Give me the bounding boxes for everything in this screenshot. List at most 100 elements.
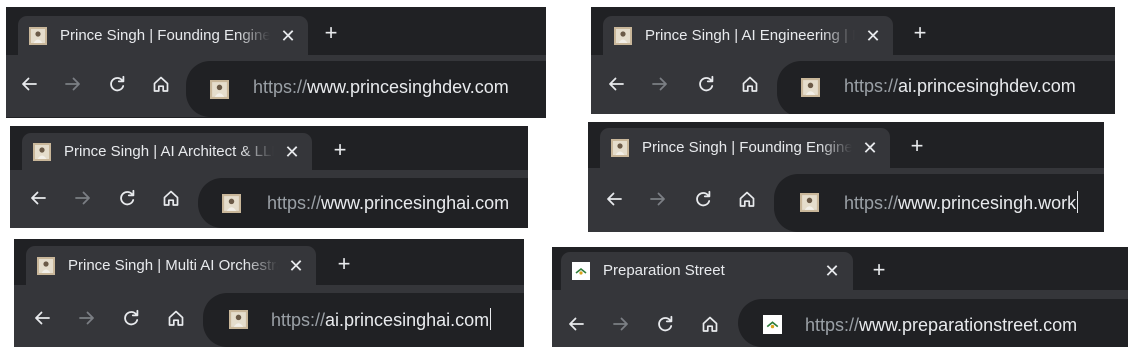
reload-icon [124, 309, 139, 326]
arrow-right-icon [79, 311, 94, 325]
tab-title: Prince Singh | Founding Engineer [642, 139, 852, 156]
person-photo-icon [33, 143, 51, 161]
new-tab-button[interactable]: + [321, 22, 341, 44]
address-bar[interactable]: https://www.princesinghdev.com [186, 61, 546, 117]
person-photo-icon [611, 139, 629, 157]
tab-title: Prince Singh | AI Engineering | M [645, 27, 855, 44]
browser-window-2: Prince Singh | AI Engineering | M ✕ + ht… [591, 7, 1115, 114]
tab-active[interactable]: Preparation Street ✕ [561, 252, 853, 290]
reload-button[interactable] [692, 188, 714, 210]
tab-title: Prince Singh | AI Architect & LLM [64, 143, 274, 160]
forward-button[interactable] [610, 313, 632, 335]
forward-button[interactable] [647, 188, 669, 210]
text-cursor [490, 308, 492, 330]
reload-icon [696, 190, 711, 207]
home-button[interactable] [699, 313, 721, 335]
toolbar: https://www.preparationstreet.com [552, 290, 1128, 347]
reload-button[interactable] [654, 313, 676, 335]
tab-active[interactable]: Prince Singh | AI Architect & LLM ✕ [22, 133, 312, 170]
new-tab-button[interactable]: + [330, 139, 350, 161]
close-icon[interactable]: ✕ [279, 27, 297, 45]
url-scheme: https:// [844, 193, 899, 213]
arrow-left-icon [35, 311, 50, 325]
text-cursor [1077, 191, 1079, 213]
reload-button[interactable] [116, 187, 138, 209]
address-bar[interactable]: https://ai.princesinghdev.com [777, 61, 1115, 114]
address-bar[interactable]: https://www.princesinghai.com [198, 178, 528, 228]
person-photo-icon [800, 193, 819, 212]
home-icon [739, 191, 755, 207]
url-text: https://www.princesinghai.com [267, 178, 509, 228]
close-icon[interactable]: ✕ [861, 139, 879, 157]
arrow-right-icon [613, 317, 628, 331]
url-text[interactable]: https://www.princesingh.work [844, 174, 1079, 232]
home-button[interactable] [150, 73, 172, 95]
home-icon [702, 316, 718, 332]
arrow-left-icon [31, 191, 46, 205]
address-bar[interactable]: https://www.princesingh.work [774, 174, 1104, 232]
tab-strip: Prince Singh | Founding Engineer ✕ + [588, 122, 1104, 168]
reload-icon [658, 315, 673, 332]
arrow-left-icon [607, 192, 622, 206]
home-icon [742, 76, 758, 92]
forward-button[interactable] [72, 187, 94, 209]
preparation-street-logo-icon [763, 315, 782, 334]
reload-button[interactable] [695, 73, 717, 95]
close-icon[interactable]: ✕ [864, 27, 882, 45]
tab-active[interactable]: Prince Singh | Multi AI Orchestra ✕ [26, 246, 316, 285]
url-scheme: https:// [253, 77, 308, 97]
toolbar: https://ai.princesinghai.com [14, 285, 524, 347]
toolbar: https://ai.princesinghdev.com [591, 55, 1115, 114]
home-icon [168, 310, 184, 326]
tab-strip: Prince Singh | Founding Engineer ✕ + [6, 7, 546, 55]
home-button[interactable] [160, 187, 182, 209]
home-icon [163, 190, 179, 206]
toolbar: https://www.princesinghai.com [10, 170, 528, 228]
new-tab-button[interactable]: + [334, 253, 354, 275]
url-host: www.preparationstreet.com [859, 315, 1078, 335]
back-button[interactable] [603, 188, 625, 210]
tab-active[interactable]: Prince Singh | Founding Engineer ✕ [18, 16, 308, 55]
person-photo-icon [210, 80, 229, 99]
arrow-left-icon [22, 77, 37, 91]
person-photo-icon [37, 257, 55, 275]
new-tab-button[interactable]: + [869, 259, 889, 281]
forward-button[interactable] [76, 307, 98, 329]
url-scheme: https:// [805, 315, 860, 335]
url-host: ai.princesinghdev.com [898, 76, 1076, 96]
url-text[interactable]: https://ai.princesinghai.com [271, 293, 492, 347]
arrow-right-icon [65, 77, 80, 91]
close-icon[interactable]: ✕ [287, 257, 305, 275]
new-tab-button[interactable]: + [907, 135, 927, 157]
close-icon[interactable]: ✕ [823, 262, 841, 280]
reload-button[interactable] [120, 307, 142, 329]
home-button[interactable] [165, 307, 187, 329]
address-bar[interactable]: https://ai.princesinghai.com [203, 293, 524, 347]
tab-active[interactable]: Prince Singh | Founding Engineer ✕ [600, 128, 890, 168]
arrow-left-icon [609, 77, 624, 91]
url-host: www.princesinghdev.com [307, 77, 509, 97]
tab-strip: Prince Singh | Multi AI Orchestra ✕ + [14, 239, 524, 285]
reload-button[interactable] [106, 73, 128, 95]
url-scheme: https:// [271, 310, 326, 330]
url-text: https://ai.princesinghdev.com [844, 61, 1076, 113]
address-bar[interactable]: https://www.preparationstreet.com [738, 299, 1128, 347]
back-button[interactable] [31, 307, 53, 329]
home-button[interactable] [736, 188, 758, 210]
url-host: ai.princesinghai.com [325, 310, 490, 330]
back-button[interactable] [605, 73, 627, 95]
back-button[interactable] [565, 313, 587, 335]
back-button[interactable] [18, 73, 40, 95]
close-icon[interactable]: ✕ [283, 143, 301, 161]
forward-button[interactable] [62, 73, 84, 95]
reload-icon [699, 75, 714, 92]
home-icon [153, 76, 169, 92]
preparation-street-logo-icon [572, 262, 590, 280]
arrow-right-icon [650, 192, 665, 206]
new-tab-button[interactable]: + [910, 22, 930, 44]
home-button[interactable] [739, 73, 761, 95]
forward-button[interactable] [649, 73, 671, 95]
person-photo-icon [801, 78, 820, 97]
back-button[interactable] [27, 187, 49, 209]
tab-active[interactable]: Prince Singh | AI Engineering | M ✕ [603, 16, 893, 55]
